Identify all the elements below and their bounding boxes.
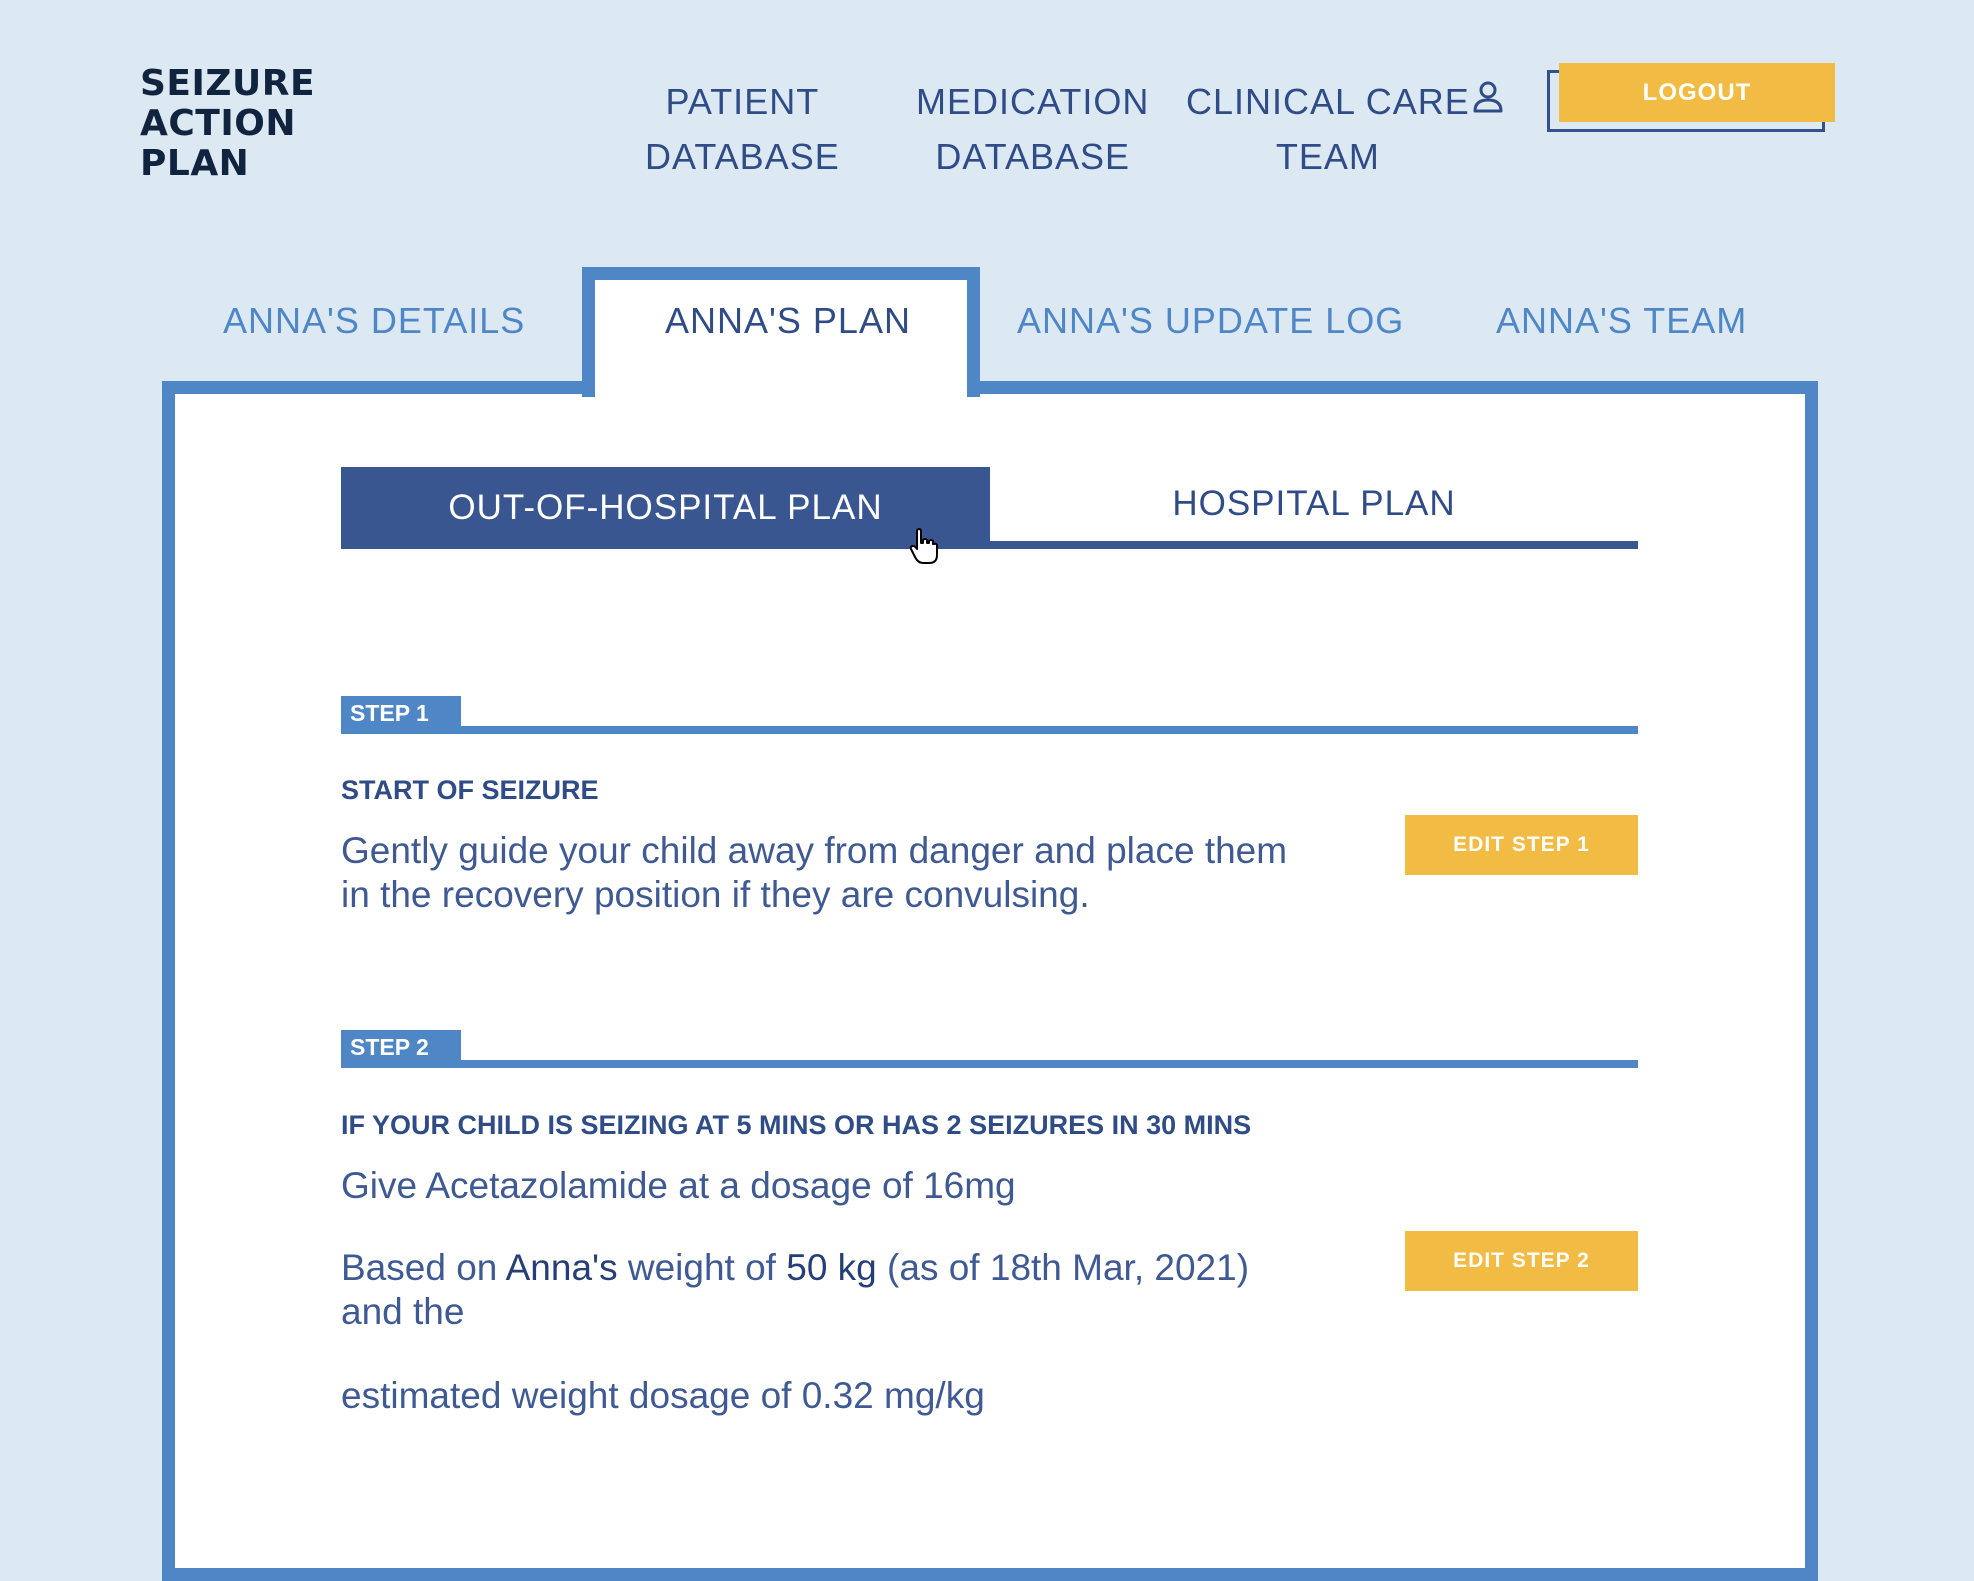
logo-line-2: ACTION: [140, 103, 296, 144]
tab-annas-team[interactable]: ANNA'S TEAM: [1496, 300, 1747, 342]
step-1-instructions: Gently guide your child away from danger…: [341, 829, 1341, 917]
step-1-text-line: Gently guide your child away from danger…: [341, 830, 1288, 871]
patient-weight: 50 kg: [786, 1247, 877, 1288]
nav-label: CLINICAL CARE: [1186, 81, 1470, 122]
patient-name: Anna's: [505, 1247, 618, 1288]
based-on-label: Based on: [341, 1247, 498, 1288]
step-1-text-line: in the recovery position if they are con…: [341, 874, 1090, 915]
subtab-hospital-plan[interactable]: HOSPITAL PLAN: [990, 467, 1638, 541]
tab-annas-plan[interactable]: ANNA'S PLAN: [665, 300, 911, 342]
step-2-basis-line: Based on Anna's weight of 50 kg (as of 1…: [341, 1246, 1341, 1290]
nav-label: DATABASE: [645, 136, 840, 177]
and-the-label: and the: [341, 1291, 465, 1332]
nav-label: PATIENT: [665, 81, 820, 122]
tab-annas-update-log[interactable]: ANNA'S UPDATE LOG: [1017, 300, 1404, 342]
subtab-out-of-hospital-plan[interactable]: OUT-OF-HOSPITAL PLAN: [341, 467, 990, 549]
nav-clinical-care-team[interactable]: CLINICAL CARE TEAM: [1186, 74, 1470, 184]
user-icon[interactable]: [1470, 79, 1506, 115]
nav-label: DATABASE: [935, 136, 1131, 177]
edit-step-1-button[interactable]: EDIT STEP 1: [1405, 815, 1638, 875]
logo-line-1: SEIZURE: [140, 63, 316, 104]
hand-pointer-icon: [909, 528, 938, 564]
nav-label: MEDICATION: [916, 81, 1150, 122]
weight-of-label: weight of: [627, 1247, 776, 1288]
nav-medication-database[interactable]: MEDICATION DATABASE: [916, 74, 1149, 184]
step-2-estimated-dosage: estimated weight dosage of 0.32 mg/kg: [341, 1375, 985, 1416]
nav-patient-database[interactable]: PATIENT DATABASE: [645, 74, 840, 184]
step-2-title: IF YOUR CHILD IS SEIZING AT 5 MINS OR HA…: [341, 1110, 1252, 1140]
step-1-title: START OF SEIZURE: [341, 775, 599, 805]
logout-button[interactable]: LOGOUT: [1559, 63, 1835, 122]
subtab-underline: [990, 541, 1638, 549]
edit-step-2-button[interactable]: EDIT STEP 2: [1405, 1231, 1638, 1291]
step-2-divider: [341, 1060, 1638, 1068]
nav-label: TEAM: [1275, 136, 1380, 177]
tab-annas-details[interactable]: ANNA'S DETAILS: [223, 300, 525, 342]
step-2-basis-text: Based on Anna's weight of 50 kg (as of 1…: [341, 1246, 1341, 1334]
step-1-divider: [341, 726, 1638, 734]
app-logo[interactable]: SEIZURE ACTION PLAN: [140, 64, 315, 184]
subtab-label: OUT-OF-HOSPITAL PLAN: [448, 488, 883, 527]
logo-line-3: PLAN: [140, 143, 250, 184]
step-2-dose-text: Give Acetazolamide at a dosage of 16mg: [341, 1165, 1016, 1206]
weight-date: (as of 18th Mar, 2021): [887, 1247, 1250, 1288]
subtab-label: HOSPITAL PLAN: [1172, 484, 1456, 523]
